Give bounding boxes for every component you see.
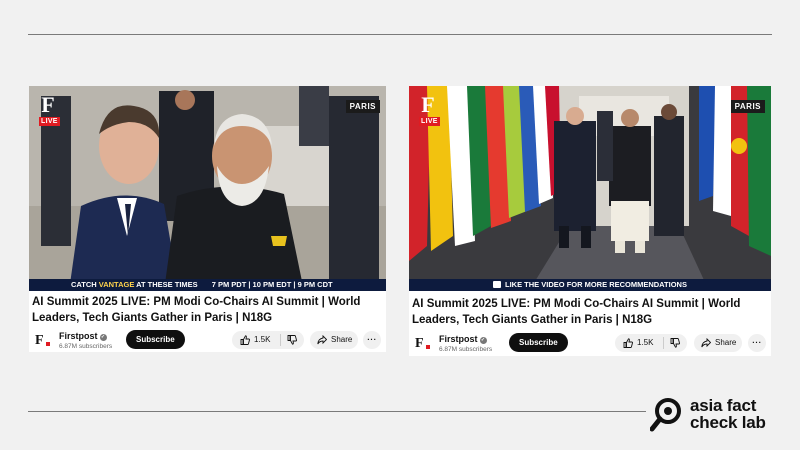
verified-check-icon: ✓: [99, 334, 107, 341]
ticker-highlight: VANTAGE: [98, 280, 135, 289]
channel-avatar[interactable]: F: [35, 333, 50, 349]
share-label: Share: [715, 338, 737, 347]
like-divider: [280, 334, 281, 346]
channel-row: F Firstpost ✓ 6.87M subscribers Subscribe…: [409, 332, 771, 356]
thumbs-up-icon: [493, 281, 502, 288]
thumbs-down-icon[interactable]: [670, 338, 680, 348]
avatar-dot: [426, 345, 430, 349]
share-arrow-icon: [701, 338, 711, 348]
channel-avatar-letter: F: [415, 336, 424, 351]
video-title[interactable]: AI Summit 2025 LIVE: PM Modi Co-Chairs A…: [32, 294, 382, 326]
avatar-dot: [46, 342, 50, 346]
magnifier-icon: [650, 398, 681, 432]
video-thumbnail[interactable]: F LIVE PARIS LIKE THE VIDEO FOR MORE REC…: [409, 86, 771, 291]
share-button[interactable]: Share: [694, 334, 742, 352]
ticker-text: LIKE THE VIDEO FOR MORE RECOMMENDATIONS: [505, 280, 687, 289]
channel-row: F Firstpost ✓ 6.87M subscribers Subscribe…: [29, 329, 386, 353]
news-ticker: CATCH VANTAGE AT THESE TIMES 7 PM PDT | 1…: [29, 279, 386, 291]
video-thumbnail[interactable]: F LIVE PARIS CATCH VANTAGE AT THESE TIME…: [29, 86, 386, 291]
channel-logo-watermark: F: [421, 92, 435, 117]
channel-avatar[interactable]: F: [415, 336, 430, 352]
more-options-button[interactable]: ···: [748, 334, 766, 352]
live-badge: LIVE: [39, 117, 60, 126]
like-divider: [663, 337, 664, 349]
ticker-promo: CATCH VANTAGE AT THESE TIMES: [29, 279, 206, 291]
subscriber-count: 6.87M subscribers: [439, 346, 493, 353]
ticker-times: 7 PM PDT | 10 PM EDT | 9 PM CDT: [211, 280, 333, 289]
subscribe-button[interactable]: Subscribe: [509, 333, 568, 352]
video-frame-scene: [29, 86, 386, 291]
channel-logo-watermark: F: [41, 92, 55, 117]
like-dislike-control: 1.5K: [232, 331, 304, 349]
video-frame-scene: [409, 86, 771, 291]
brand-line-1: asia fact: [690, 396, 757, 415]
thumbs-up-icon[interactable]: [240, 335, 250, 345]
thumbs-down-icon[interactable]: [287, 335, 297, 345]
channel-name-text: Firstpost: [59, 331, 98, 341]
subscriber-count: 6.87M subscribers: [59, 343, 113, 350]
like-dislike-control: 1.5K: [615, 334, 687, 352]
bottom-divider: [28, 411, 646, 412]
video-title[interactable]: AI Summit 2025 LIVE: PM Modi Co-Chairs A…: [412, 296, 770, 328]
channel-name[interactable]: Firstpost ✓: [439, 334, 487, 344]
like-count: 1.5K: [254, 335, 271, 344]
verified-check-icon: ✓: [479, 337, 487, 344]
thumbs-up-icon[interactable]: [623, 338, 633, 348]
channel-avatar-letter: F: [35, 333, 44, 348]
live-badge: LIVE: [419, 117, 440, 126]
location-tag: PARIS: [730, 100, 765, 113]
youtube-video-card-1: F LIVE PARIS CATCH VANTAGE AT THESE TIME…: [29, 86, 386, 352]
ticker-prefix: CATCH: [71, 280, 99, 289]
share-button[interactable]: Share: [310, 331, 358, 349]
location-tag: PARIS: [345, 100, 380, 113]
asia-fact-check-lab-logo: asia fact check lab: [650, 395, 780, 435]
top-divider: [28, 34, 772, 35]
youtube-video-card-2: F LIVE PARIS LIKE THE VIDEO FOR MORE REC…: [409, 86, 771, 356]
channel-name-text: Firstpost: [439, 334, 478, 344]
news-ticker: LIKE THE VIDEO FOR MORE RECOMMENDATIONS: [409, 279, 771, 291]
more-options-button[interactable]: ···: [363, 331, 381, 349]
like-count: 1.5K: [637, 338, 654, 347]
ticker-suffix: AT THESE TIMES: [134, 280, 198, 289]
brand-line-2: check lab: [690, 413, 766, 432]
channel-name[interactable]: Firstpost ✓: [59, 331, 107, 341]
share-arrow-icon: [317, 335, 327, 345]
share-label: Share: [331, 335, 353, 344]
subscribe-button[interactable]: Subscribe: [126, 330, 185, 349]
